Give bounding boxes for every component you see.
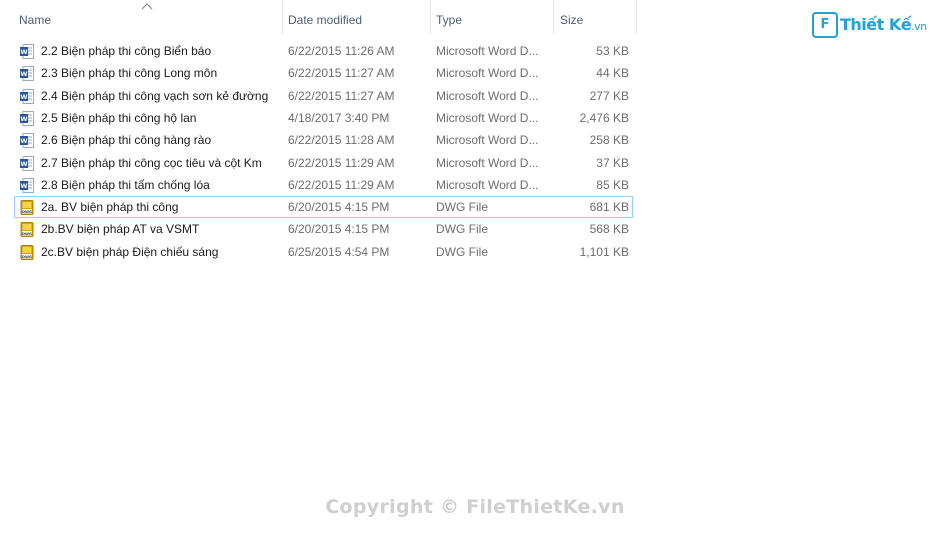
file-type: DWG File [436,200,488,215]
word-doc-icon: W [20,155,34,171]
file-row[interactable]: W 2.8 Biện pháp thi tấm chống lóa 6/22/201… [14,174,633,196]
file-size: 568 KB [589,222,629,237]
file-date-modified: 4/18/2017 3:40 PM [288,110,390,125]
file-type: DWG File [436,244,488,259]
svg-text:W: W [20,48,27,56]
file-date-modified: 6/20/2015 4:15 PM [288,200,390,215]
file-row[interactable]: W 2.4 Biện pháp thi công vạch sơn kẻ đườn… [14,85,633,107]
file-type: Microsoft Word D... [436,44,539,58]
file-date-modified: 6/22/2015 11:27 AM [288,88,395,103]
svg-text:W: W [20,160,27,168]
svg-text:W: W [20,137,27,145]
file-date-modified: 6/22/2015 11:29 AM [288,177,395,192]
file-size: 37 KB [596,155,629,170]
word-doc-icon: W [20,44,34,59]
file-row[interactable]: DWG 2c.BV biện pháp Điện chiếu sáng 6/25/2… [14,241,633,263]
dwg-file-icon: DWG [20,222,34,238]
logo-ext: .vn [911,20,927,33]
logo-text: Thiết Kế.vn [840,15,927,34]
file-row[interactable]: W 2.3 Biện pháp thi công Long môn 6/22/201… [14,62,633,84]
column-header-type[interactable]: Type [436,0,548,40]
column-header-date-modified[interactable]: Date modified [288,0,424,40]
file-name: 2b.BV biện pháp AT va VSMT [41,222,200,237]
word-doc-icon: W [20,177,34,193]
file-size: 258 KB [589,133,629,148]
word-doc-icon: W [20,88,34,104]
copyright-watermark: Copyright © FileThietKe.vn [325,496,625,518]
dwg-file-icon: DWG [20,244,34,260]
file-size: 2,476 KB [579,110,629,125]
file-name: 2c.BV biện pháp Điện chiếu sáng [41,244,219,259]
column-header-bar: Name Date modified Type Size [0,0,640,40]
file-type: Microsoft Word D... [436,155,539,170]
file-type: DWG File [436,222,488,237]
file-name: 2.3 Biện pháp thi công Long môn [41,66,218,81]
svg-text:DWG: DWG [22,232,32,236]
file-type: Microsoft Word D... [436,66,539,81]
word-doc-icon: W [20,110,34,126]
file-row[interactable]: W 2.5 Biện pháp thi công hộ lan 4/18/2017 … [14,107,633,129]
file-name: 2.8 Biện pháp thi tấm chống lóa [41,177,210,192]
column-divider[interactable] [636,0,637,34]
column-divider[interactable] [553,0,554,34]
file-type: Microsoft Word D... [436,110,539,125]
file-size: 85 KB [596,177,629,192]
svg-text:DWG: DWG [22,210,32,214]
file-date-modified: 6/22/2015 11:26 AM [288,44,395,58]
svg-text:DWG: DWG [22,254,32,258]
column-divider[interactable] [430,0,431,34]
file-row[interactable]: W 2.7 Biện pháp thi công cọc tiêu và cột … [14,152,633,174]
file-date-modified: 6/22/2015 11:28 AM [288,133,395,148]
column-header-name[interactable]: Name [19,0,279,40]
file-name: 2.6 Biện pháp thi công hàng rào [41,133,212,148]
file-size: 53 KB [596,44,629,58]
file-name: 2a. BV biện pháp thi công [41,200,179,215]
column-header-size[interactable]: Size [560,0,630,40]
word-doc-icon: W [20,133,34,149]
column-divider[interactable] [282,0,283,34]
file-row[interactable]: W 2.6 Biện pháp thi công hàng rào 6/22/201… [14,129,633,151]
file-type: Microsoft Word D... [436,88,539,103]
file-row[interactable]: DWG 2a. BV biện pháp thi công 6/20/2015 4:… [14,196,633,219]
file-date-modified: 6/22/2015 11:29 AM [288,155,395,170]
file-date-modified: 6/22/2015 11:27 AM [288,66,395,81]
svg-text:W: W [20,93,27,101]
file-size: 44 KB [596,66,629,81]
svg-text:W: W [20,70,27,78]
file-name: 2.7 Biện pháp thi công cọc tiêu và cột K… [41,155,262,170]
word-doc-icon: W [20,66,34,82]
file-type: Microsoft Word D... [436,133,539,148]
file-date-modified: 6/20/2015 4:15 PM [288,222,390,237]
file-size: 277 KB [589,88,629,103]
file-size: 1,101 KB [579,244,629,259]
file-row[interactable]: DWG 2b.BV biện pháp AT va VSMT 6/20/2015 4… [14,218,633,240]
file-row[interactable]: W 2.2 Biện pháp thi công Biển báo 6/22/201… [14,40,633,62]
svg-text:W: W [20,115,27,123]
dwg-file-icon: DWG [20,200,34,215]
file-date-modified: 6/25/2015 4:54 PM [288,244,390,259]
logo-mark: F [812,12,838,38]
file-name: 2.4 Biện pháp thi công vạch sơn kẻ đường [41,88,269,103]
svg-text:W: W [20,182,27,190]
file-name: 2.5 Biện pháp thi công hộ lan [41,110,197,125]
logo-name: Thiết Kế [840,15,912,34]
file-name: 2.2 Biện pháp thi công Biển báo [41,44,212,58]
file-size: 681 KB [589,200,629,215]
file-type: Microsoft Word D... [436,177,539,192]
